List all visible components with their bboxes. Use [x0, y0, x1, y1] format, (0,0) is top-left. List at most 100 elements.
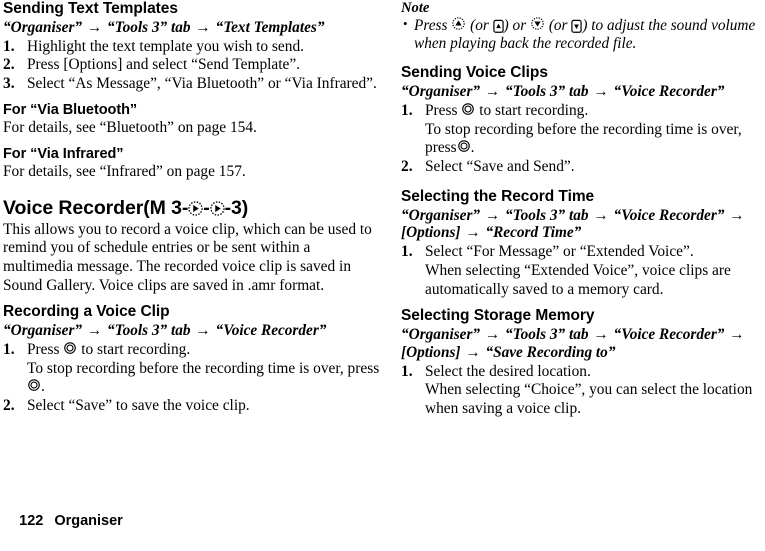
- path-part: “Organiser”: [401, 326, 481, 344]
- arrow-icon: →: [86, 18, 103, 36]
- arrow-icon: →: [484, 83, 501, 101]
- list-item: 2. Press [Options] and select “Send Temp…: [3, 56, 381, 75]
- page-number: 122: [19, 513, 44, 529]
- step-number: 2.: [3, 56, 15, 74]
- step-number: 1.: [3, 340, 15, 358]
- step-text: Select the desired location.: [425, 362, 591, 380]
- step-text: Select “Save” to save the voice clip.: [27, 397, 250, 415]
- navigation-right-key-icon: [209, 201, 225, 216]
- substep-text-before: To stop recording before the recording t…: [27, 359, 380, 377]
- substep-text-after: .: [41, 378, 45, 396]
- bullet-icon: •: [403, 15, 408, 31]
- left-column: Sending Text Templates “Organiser” → “To…: [3, 0, 381, 416]
- steps-list-sending-voice-clips: 1. Press to start recording. To stop rec…: [401, 102, 765, 177]
- heading-for-via-bluetooth: For “Via Bluetooth”: [3, 101, 138, 118]
- path-part: [Options]: [401, 343, 461, 361]
- substep-text: To stop recording before the recording t…: [425, 121, 765, 158]
- heading-sending-text-templates: Sending Text Templates: [3, 0, 178, 17]
- heading-selecting-record-time: Selecting the Record Time: [401, 187, 595, 205]
- step-number: 1.: [401, 243, 413, 261]
- heading-selecting-storage-memory: Selecting Storage Memory: [401, 307, 595, 325]
- note-text: ) or: [503, 16, 527, 34]
- step-number: 2.: [3, 397, 15, 415]
- side-down-key-icon: [571, 19, 583, 33]
- center-key-icon: [63, 342, 77, 356]
- path-part: “Organiser”: [3, 18, 83, 36]
- center-key-icon: [27, 379, 41, 393]
- heading-sending-voice-clips: Sending Voice Clips: [401, 64, 548, 82]
- arrow-icon: →: [465, 343, 481, 361]
- heading-menu-code-open: (M 3-: [143, 196, 189, 219]
- note-text: (or: [548, 16, 568, 34]
- path-part: “Organiser”: [401, 83, 481, 101]
- path-part: “Organiser”: [3, 322, 83, 340]
- note-text: ) to adjust the sound volume when playin…: [414, 16, 756, 53]
- step-number: 2.: [401, 158, 413, 176]
- substep-text: To stop recording before the recording t…: [27, 360, 381, 397]
- arrow-icon: →: [593, 206, 609, 224]
- list-item: 1. Highlight the text template you wish …: [3, 38, 381, 57]
- navigation-right-key-icon: [188, 201, 203, 216]
- step-text: to start recording.: [81, 340, 191, 358]
- footer-section-name: Organiser: [54, 513, 123, 529]
- arrow-icon: →: [484, 326, 501, 344]
- step-text: Press: [425, 102, 458, 120]
- step-text: Press [Options] and select “Send Templat…: [27, 56, 301, 74]
- list-item: 1. Press to start recording. To stop rec…: [3, 341, 381, 397]
- step-number: 1.: [3, 37, 15, 55]
- heading-voice-recorder: Voice Recorder(M 3- - -3): [3, 196, 381, 220]
- path-part: “Voice Recorder”: [215, 322, 327, 340]
- substep-text: When selecting “Extended Voice”, voice c…: [425, 261, 731, 298]
- navigation-path-text-templates: “Organiser” → “Tools 3” tab → “Text Temp…: [3, 19, 381, 37]
- path-part: “Voice Recorder”: [613, 326, 725, 344]
- note-text: Press: [414, 16, 448, 34]
- steps-list-record-time: 1. Select “For Message” or “Extended Voi…: [401, 243, 765, 299]
- arrow-icon: →: [729, 206, 745, 224]
- step-number: 1.: [401, 362, 413, 380]
- step-number: 3.: [3, 74, 15, 92]
- navigation-down-key-icon: [530, 17, 545, 32]
- center-key-icon: [461, 103, 475, 117]
- arrow-icon: →: [465, 224, 481, 242]
- navigation-path-storage-memory: “Organiser” → “Tools 3” tab → “Voice Rec…: [401, 326, 765, 361]
- navigation-path-sending-voice-clips: “Organiser” → “Tools 3” tab → “Voice Rec…: [401, 83, 765, 101]
- step-text: to start recording.: [479, 102, 589, 120]
- path-part: “Record Time”: [485, 224, 582, 242]
- heading-text: Voice Recorder: [3, 196, 144, 219]
- heading-menu-code-close: -3): [224, 196, 249, 219]
- steps-list-text-templates: 1. Highlight the text template you wish …: [3, 38, 381, 94]
- center-key-icon: [457, 140, 471, 154]
- arrow-icon: →: [86, 322, 103, 340]
- path-part: “Voice Recorder”: [613, 206, 725, 224]
- page-footer: 122 Organiser: [3, 497, 123, 545]
- text-voice-recorder-intro: This allows you to record a voice clip, …: [3, 220, 372, 294]
- text-via-bluetooth-details: For details, see “Bluetooth” on page 154…: [3, 119, 257, 137]
- arrow-icon: →: [195, 322, 211, 340]
- path-part: “Text Templates”: [215, 18, 325, 36]
- path-part: “Tools 3” tab: [505, 206, 589, 224]
- substep-text-after: .: [470, 139, 475, 157]
- arrow-icon: →: [484, 206, 501, 224]
- list-item: 2. Select “Save and Send”.: [401, 158, 765, 177]
- path-part: “Tools 3” tab: [505, 326, 589, 344]
- step-text: Select “For Message” or “Extended Voice”…: [425, 243, 694, 261]
- navigation-path-recording: “Organiser” → “Tools 3” tab → “Voice Rec…: [3, 322, 381, 340]
- list-item: 1. Press to start recording. To stop rec…: [401, 102, 765, 158]
- arrow-icon: →: [729, 326, 745, 344]
- list-item: 3. Select “As Message”, “Via Bluetooth” …: [3, 75, 381, 94]
- right-column: Note • Press (or ) or (or) to adjust th…: [401, 0, 765, 419]
- manual-page: Sending Text Templates “Organiser” → “To…: [0, 0, 765, 551]
- list-item: 1. Select the desired location. When sel…: [401, 363, 765, 419]
- step-text: Highlight the text template you wish to …: [27, 37, 304, 55]
- text-via-infrared-details: For details, see “Infrared” on page 157.: [3, 163, 246, 181]
- substep-text: When selecting “Choice”, you can select …: [425, 381, 753, 417]
- path-part: [Options]: [401, 224, 461, 242]
- navigation-up-key-icon: [451, 17, 466, 32]
- step-number: 1.: [401, 102, 413, 120]
